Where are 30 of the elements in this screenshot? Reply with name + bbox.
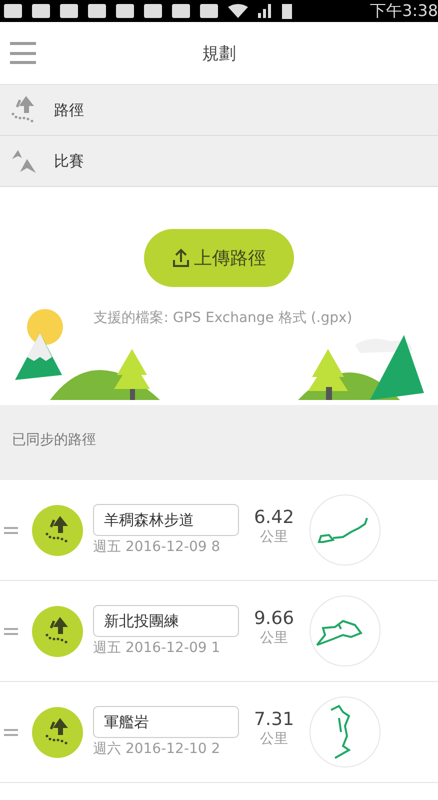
route-name-field[interactable]: 羊稠森林步道 xyxy=(93,504,239,536)
route-name-field[interactable]: 軍艦岩 xyxy=(93,706,239,738)
route-map-drawing xyxy=(309,595,381,667)
wifi-icon xyxy=(228,4,248,18)
menu-item[interactable]: 比賽 xyxy=(0,136,438,187)
route-date: 週五 2016-12-09 1 xyxy=(93,639,222,657)
distance-unit: 公里 xyxy=(260,628,288,646)
route-date: 週五 2016-12-09 8 xyxy=(93,538,222,556)
menu-item[interactable]: 路徑 xyxy=(0,85,438,136)
route-map-drawing xyxy=(309,494,381,566)
status-time: 下午3:38 xyxy=(370,0,438,22)
drag-handle-icon[interactable] xyxy=(4,526,18,534)
supported-files-note: 支援的檔案: GPS Exchange 格式 (.gpx) xyxy=(94,309,352,327)
distance-value: 9.66 xyxy=(254,608,294,628)
signal-icon xyxy=(258,4,272,18)
distance-value: 7.31 xyxy=(254,708,294,730)
distance-unit: 公里 xyxy=(260,730,288,748)
section-title: 已同步的路徑 xyxy=(12,430,96,448)
drag-handle-icon[interactable] xyxy=(4,728,18,736)
route-name-field[interactable]: 新北投團練 xyxy=(93,605,239,637)
page-title: 規劃 xyxy=(202,42,236,64)
upload-icon xyxy=(172,248,190,268)
distance-unit: 公里 xyxy=(260,528,288,546)
distance-value: 6.42 xyxy=(254,506,294,528)
route-date: 週六 2016-12-10 2 xyxy=(93,740,222,758)
drag-handle-icon[interactable] xyxy=(4,628,18,634)
battery-icon xyxy=(282,4,292,18)
route-map-drawing xyxy=(309,696,381,768)
menu-button[interactable] xyxy=(10,42,36,64)
upload-button[interactable]: 上傳路徑 xyxy=(144,229,294,287)
